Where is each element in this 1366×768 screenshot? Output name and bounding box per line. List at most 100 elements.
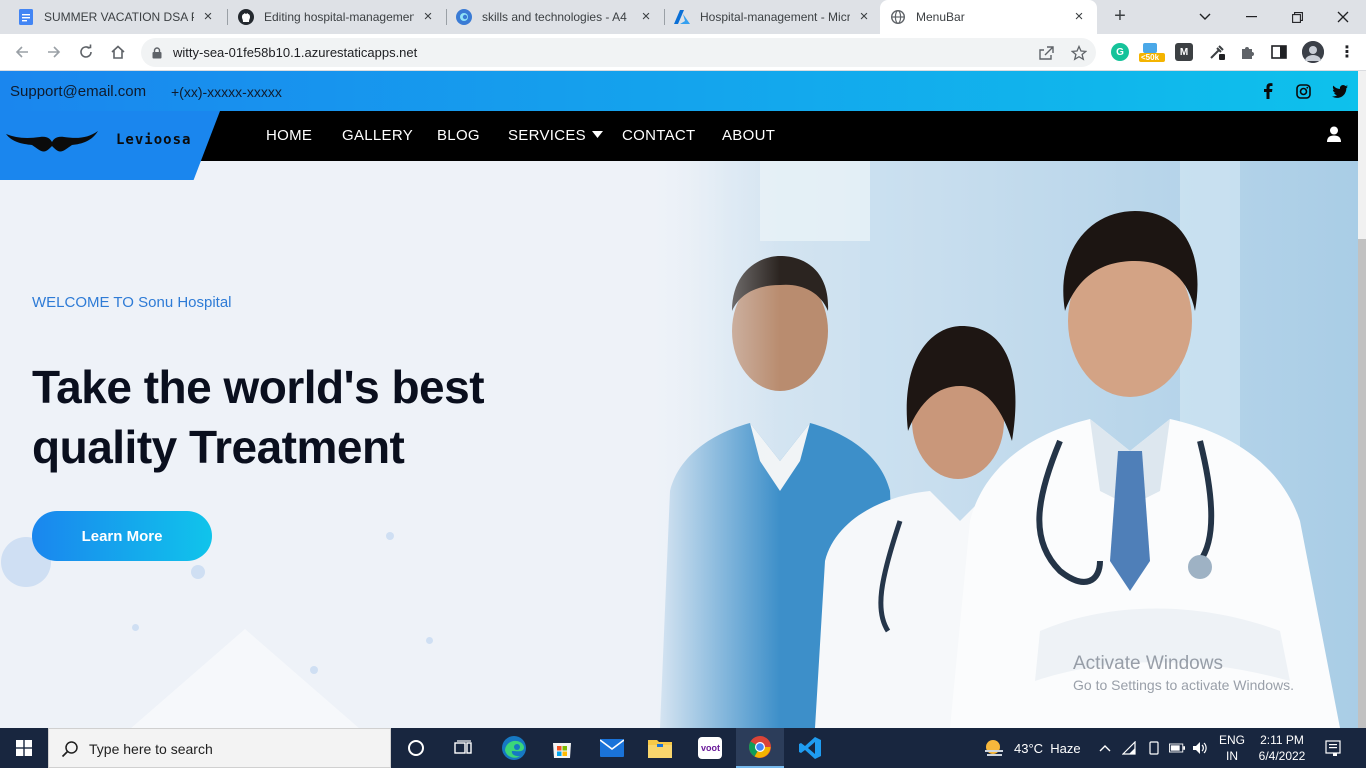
windows-start-button[interactable] — [0, 728, 48, 768]
browser-tab[interactable]: skills and technologies - A4 × — [446, 0, 664, 34]
browser-menu-icon[interactable]: ⋮ — [1338, 43, 1356, 61]
scrollbar-thumb[interactable] — [1358, 239, 1366, 728]
chrome-taskbar-icon[interactable] — [736, 728, 784, 768]
support-phone[interactable]: +(xx)-xxxxx-xxxxx — [171, 84, 282, 100]
search-icon — [61, 740, 79, 763]
google-docs-icon — [18, 9, 34, 25]
close-tab-icon[interactable]: × — [420, 9, 436, 25]
clock-date: 6/4/2022 — [1258, 749, 1306, 763]
extensions-puzzle-icon[interactable] — [1239, 43, 1257, 61]
hero-headline: Take the world's best quality Treatment — [32, 357, 552, 477]
reload-icon[interactable] — [74, 40, 98, 64]
new-tab-button[interactable]: + — [1108, 5, 1132, 29]
close-tab-icon[interactable]: × — [856, 9, 872, 25]
back-arrow-icon[interactable] — [10, 40, 34, 64]
mail-icon[interactable] — [588, 728, 636, 768]
brand-name: Levioosa — [116, 132, 192, 148]
home-icon[interactable] — [106, 40, 130, 64]
doctors-hero-image — [640, 161, 1358, 728]
brand-logo[interactable]: Levioosa — [0, 111, 220, 180]
taskbar-search-placeholder: Type here to search — [89, 741, 213, 757]
user-icon[interactable] — [1327, 126, 1345, 144]
nav-about[interactable]: ABOUT — [722, 127, 775, 144]
github-icon — [238, 9, 254, 25]
tab-title: Hospital-management - Micr — [700, 10, 850, 24]
forward-arrow-icon[interactable] — [42, 40, 66, 64]
contact-topbar: Support@email.com +(xx)-xxxxx-xxxxx — [0, 71, 1358, 111]
tab-title: SUMMER VACATION DSA PR — [44, 10, 194, 24]
vscode-icon[interactable] — [786, 728, 834, 768]
browser-tab-active[interactable]: MenuBar × — [880, 0, 1097, 34]
grammarly-icon[interactable]: G — [1111, 43, 1129, 61]
bookmark-star-icon[interactable] — [1070, 44, 1088, 62]
nav-home[interactable]: HOME — [266, 127, 312, 144]
decor-dot — [386, 532, 394, 540]
address-bar[interactable]: witty-sea-01fe58b10.1.azurestaticapps.ne… — [141, 38, 1096, 67]
eyedropper-icon[interactable] — [1208, 43, 1226, 61]
nav-blog[interactable]: BLOG — [437, 127, 480, 144]
browser-tab[interactable]: Editing hospital-managemen × — [228, 0, 446, 34]
azure-icon — [674, 9, 690, 25]
close-tab-icon[interactable]: × — [638, 9, 654, 25]
support-email[interactable]: Support@email.com — [10, 83, 146, 100]
page-scrollbar[interactable] — [1358, 71, 1366, 728]
tab-search-icon[interactable] — [1182, 0, 1228, 34]
notification-center-icon[interactable] — [1325, 740, 1341, 756]
caret-down-icon — [592, 131, 604, 138]
facebook-icon[interactable] — [1259, 82, 1277, 100]
minimize-button[interactable] — [1228, 0, 1274, 34]
file-explorer-icon[interactable] — [636, 728, 684, 768]
volume-icon[interactable] — [1192, 740, 1208, 756]
extension-badge-text: <50k — [1141, 53, 1160, 62]
activate-windows-watermark: Activate Windows Go to Settings to activ… — [1073, 653, 1294, 693]
windows-logo-icon — [16, 740, 32, 756]
url-text: witty-sea-01fe58b10.1.azurestaticapps.ne… — [173, 45, 418, 60]
nav-services[interactable]: SERVICES — [508, 127, 604, 144]
chevron-up-icon[interactable] — [1097, 740, 1113, 756]
browser-toolbar: witty-sea-01fe58b10.1.azurestaticapps.ne… — [0, 34, 1366, 71]
battery-icon[interactable] — [1169, 740, 1185, 756]
m-extension-icon[interactable]: M — [1175, 43, 1193, 61]
activate-windows-subtitle: Go to Settings to activate Windows. — [1073, 677, 1294, 693]
hero-headline-line: Take the world's best — [32, 361, 485, 413]
learn-more-button[interactable]: Learn More — [32, 511, 212, 561]
weather-text: 43°C Haze — [1014, 740, 1081, 756]
nav-services-label: SERVICES — [508, 127, 586, 144]
tab-title: Editing hospital-managemen — [264, 10, 414, 24]
close-window-button[interactable] — [1320, 0, 1366, 34]
nav-contact[interactable]: CONTACT — [622, 127, 695, 144]
nav-gallery[interactable]: GALLERY — [342, 127, 413, 144]
decor-triangle — [130, 629, 360, 728]
profile-avatar[interactable] — [1302, 41, 1324, 63]
tab-title: MenuBar — [916, 10, 965, 24]
instagram-icon[interactable] — [1294, 82, 1312, 100]
cortana-icon[interactable] — [392, 728, 440, 768]
website-viewport: Support@email.com +(xx)-xxxxx-xxxxx HOME… — [0, 71, 1358, 728]
twitter-icon[interactable] — [1331, 82, 1349, 100]
browser-tab[interactable]: Hospital-management - Micr × — [664, 0, 882, 34]
weather-widget[interactable]: 43°C Haze — [982, 728, 1081, 768]
decor-dot — [426, 637, 433, 644]
device-icon[interactable] — [1146, 740, 1162, 756]
globe-icon — [890, 9, 906, 25]
edge-browser-icon[interactable] — [490, 728, 538, 768]
extension-badge-icon[interactable]: <50k — [1139, 43, 1165, 62]
clock[interactable]: 2:11 PM 6/4/2022 — [1252, 728, 1312, 768]
network-icon[interactable] — [1122, 740, 1138, 756]
lock-icon[interactable] — [152, 46, 162, 64]
browser-tab[interactable]: SUMMER VACATION DSA PR × — [8, 0, 226, 34]
close-tab-icon[interactable]: × — [1071, 9, 1087, 25]
microsoft-store-icon[interactable] — [538, 728, 586, 768]
browser-tab-strip: SUMMER VACATION DSA PR × Editing hospita… — [0, 0, 1366, 34]
activate-windows-title: Activate Windows — [1073, 653, 1223, 674]
tab-title: skills and technologies - A4 — [482, 10, 627, 24]
side-panel-icon[interactable] — [1270, 43, 1288, 61]
voot-app-icon[interactable]: voot — [686, 728, 734, 768]
svg-text:voot: voot — [701, 743, 720, 753]
close-tab-icon[interactable]: × — [200, 9, 216, 25]
task-view-icon[interactable] — [440, 728, 488, 768]
language-indicator[interactable]: ENG IN — [1217, 728, 1247, 768]
share-icon[interactable] — [1037, 44, 1055, 62]
taskbar-search-box[interactable]: Type here to search — [48, 728, 391, 768]
restore-button[interactable] — [1274, 0, 1320, 34]
